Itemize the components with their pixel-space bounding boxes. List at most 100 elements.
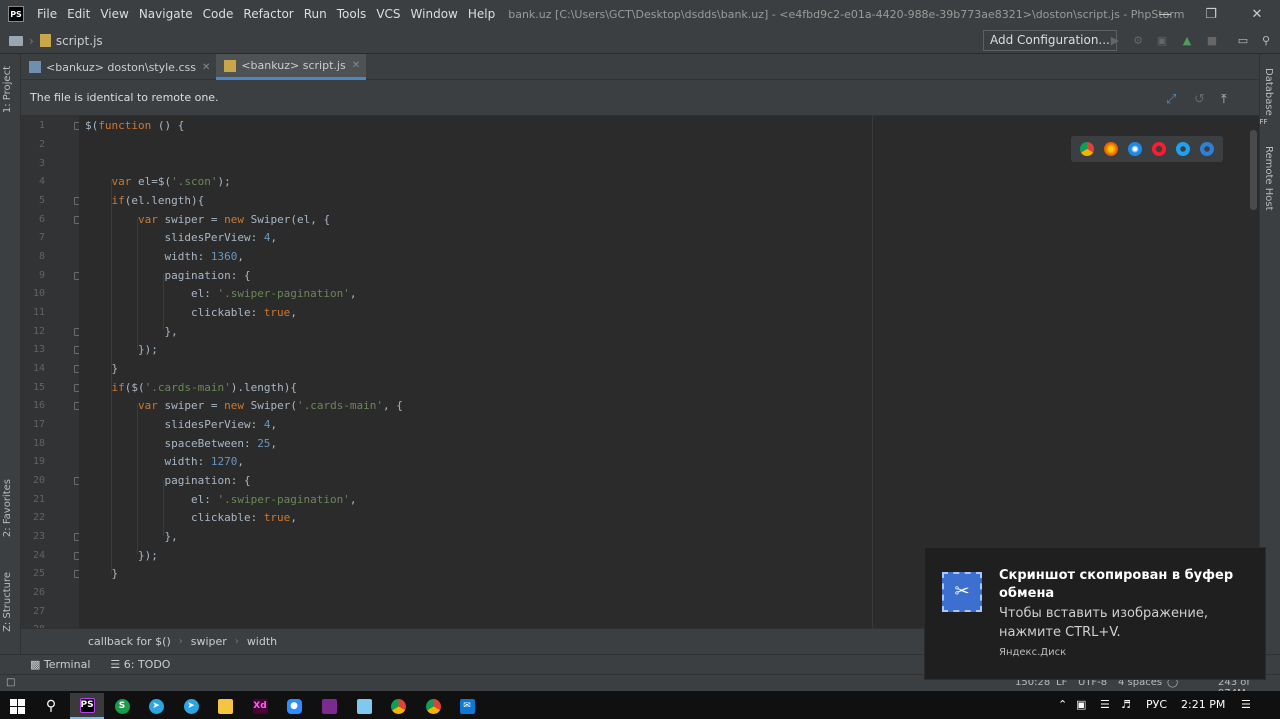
screenshot-toast[interactable]: ✂ Скриншот скопирован в буфер обмена Что… <box>924 547 1266 680</box>
taskbar-app-s[interactable]: S <box>105 693 139 719</box>
opera-icon[interactable] <box>1152 142 1166 156</box>
menu-file[interactable]: File <box>32 0 62 28</box>
close-button[interactable]: ✕ <box>1234 0 1280 28</box>
upload-icon[interactable]: ⤒ <box>1221 92 1227 107</box>
edge-icon[interactable] <box>1200 142 1214 156</box>
line-number: 10 <box>32 288 45 299</box>
compare-icon[interactable]: ⤢ <box>1166 92 1176 107</box>
todo-tool-button[interactable]: ☰ 6: TODO <box>110 658 170 671</box>
close-icon[interactable]: ✕ <box>352 60 360 71</box>
tab-script-js[interactable]: <bankuz> script.js ✕ <box>216 54 367 80</box>
code-line: width: 1270, <box>85 455 244 468</box>
clock[interactable]: 2:21 PM <box>1181 698 1225 711</box>
stop-icon[interactable]: ■ <box>1205 34 1219 48</box>
line-number: 20 <box>32 475 45 486</box>
code-line: spaceBetween: 25, <box>85 437 278 450</box>
line-number: 26 <box>32 587 45 598</box>
folder-icon[interactable] <box>9 35 23 46</box>
add-configuration-button[interactable]: Add Configuration... <box>983 30 1117 51</box>
code-line: }, <box>85 325 178 338</box>
chrome-icon[interactable] <box>1080 142 1094 156</box>
todo-label: 6: TODO <box>123 658 171 671</box>
chevron-right-icon: › <box>178 636 183 647</box>
terminal-tool-button[interactable]: ▩ Terminal <box>30 658 90 671</box>
taskbar-telegram[interactable]: ➤ <box>139 693 173 719</box>
tab-style-css[interactable]: <bankuz> doston\style.css ✕ <box>21 54 216 80</box>
code-line: pagination: { <box>85 474 251 487</box>
js-file-icon <box>39 34 51 47</box>
line-number: 24 <box>32 550 45 561</box>
breadcrumb-width[interactable]: width <box>247 635 277 648</box>
taskbar-adobe-xd[interactable]: Xd <box>243 693 277 719</box>
menu-code[interactable]: Code <box>198 0 239 28</box>
line-number: 27 <box>32 606 45 617</box>
windows-taskbar: ⚲ PS S ➤ ➤ Xd ● ✉ ⌃ ▣ ☰ ♬ РУС 2:21 PM ☰ <box>0 691 1280 719</box>
taskbar-notepad[interactable] <box>347 693 381 719</box>
firefox-icon[interactable] <box>1104 142 1118 156</box>
debug-icon[interactable]: ⚙ <box>1131 34 1145 48</box>
chevron-up-icon[interactable]: ⌃ <box>1058 698 1067 711</box>
menu-window[interactable]: Window <box>406 0 463 28</box>
volume-icon[interactable]: ♬ <box>1121 698 1131 711</box>
close-icon[interactable]: ✕ <box>202 62 210 73</box>
run-icon[interactable]: ▶ <box>1108 34 1122 48</box>
search-icon[interactable]: ⚲ <box>34 693 68 719</box>
code-line: }, <box>85 530 178 543</box>
tool-tab-database[interactable]: Database <box>1263 68 1274 116</box>
line-number: 25 <box>32 568 45 579</box>
coverage-icon[interactable]: ▣ <box>1155 34 1169 48</box>
internet-explorer-icon[interactable] <box>1176 142 1190 156</box>
menu-vcs[interactable]: VCS <box>371 0 405 28</box>
line-number: 16 <box>32 400 45 411</box>
taskbar-zoom[interactable]: ● <box>277 693 311 719</box>
main-menu: File Edit View Navigate Code Refactor Ru… <box>32 0 500 28</box>
layout-icon[interactable]: ▭ <box>1236 34 1250 48</box>
menu-navigate[interactable]: Navigate <box>134 0 198 28</box>
window-controls: — ❐ ✕ <box>1142 0 1280 28</box>
tool-tab-project[interactable]: 1: Project <box>2 66 13 113</box>
wifi-icon[interactable]: ☰ <box>1100 698 1110 711</box>
tool-tab-favorites[interactable]: 2: Favorites <box>2 479 13 537</box>
css-file-icon <box>29 61 41 73</box>
indent-guide <box>163 480 164 536</box>
code-line: width: 1360, <box>85 250 244 263</box>
taskbar-chrome-2[interactable] <box>416 693 450 719</box>
taskbar-telegram-2[interactable]: ➤ <box>174 693 208 719</box>
tool-tab-remote-host[interactable]: Remote Host <box>1263 146 1274 211</box>
menu-edit[interactable]: Edit <box>62 0 95 28</box>
tab-label: <bankuz> script.js <box>241 59 346 72</box>
menu-tools[interactable]: Tools <box>332 0 372 28</box>
breadcrumb-swiper[interactable]: swiper <box>191 635 227 648</box>
menu-view[interactable]: View <box>95 0 133 28</box>
taskbar-mail[interactable]: ✉ <box>450 693 484 719</box>
browser-preview-bar <box>1071 136 1223 162</box>
chevron-right-icon: › <box>29 33 34 48</box>
breadcrumb-callback[interactable]: callback for $() <box>88 635 171 648</box>
vcs-update-icon[interactable]: ▲ <box>1180 34 1194 48</box>
taskbar-chrome[interactable] <box>381 693 415 719</box>
undo-icon[interactable]: ↺ <box>1194 92 1205 107</box>
code-line: slidesPerView: 4, <box>85 231 278 244</box>
safari-icon[interactable] <box>1128 142 1142 156</box>
menu-run[interactable]: Run <box>299 0 332 28</box>
tool-tab-structure[interactable]: Z: Structure <box>2 572 13 632</box>
restore-button[interactable]: ❐ <box>1188 0 1234 28</box>
tray-app-icon[interactable]: ▣ <box>1076 698 1086 711</box>
editor-scrollbar[interactable] <box>1250 130 1257 210</box>
nav-file-name[interactable]: script.js <box>56 34 103 48</box>
code-line: $(function () { <box>85 119 185 132</box>
minimize-button[interactable]: — <box>1142 0 1188 28</box>
taskbar-file-explorer[interactable] <box>208 693 242 719</box>
taskbar-phpstorm[interactable]: PS <box>70 693 104 719</box>
windows-logo-icon <box>9 698 25 714</box>
menu-refactor[interactable]: Refactor <box>238 0 298 28</box>
tool-windows-icon[interactable]: □ <box>6 677 15 688</box>
notification-center-icon[interactable]: ☰ <box>1241 698 1251 711</box>
menu-help[interactable]: Help <box>463 0 500 28</box>
search-everywhere-icon[interactable]: ⚲ <box>1259 34 1273 48</box>
line-number: 21 <box>32 494 45 505</box>
input-language[interactable]: РУС <box>1146 698 1167 711</box>
taskbar-winrar[interactable] <box>312 693 346 719</box>
start-button[interactable] <box>0 693 34 719</box>
scissors-icon: ✂ <box>942 572 982 612</box>
